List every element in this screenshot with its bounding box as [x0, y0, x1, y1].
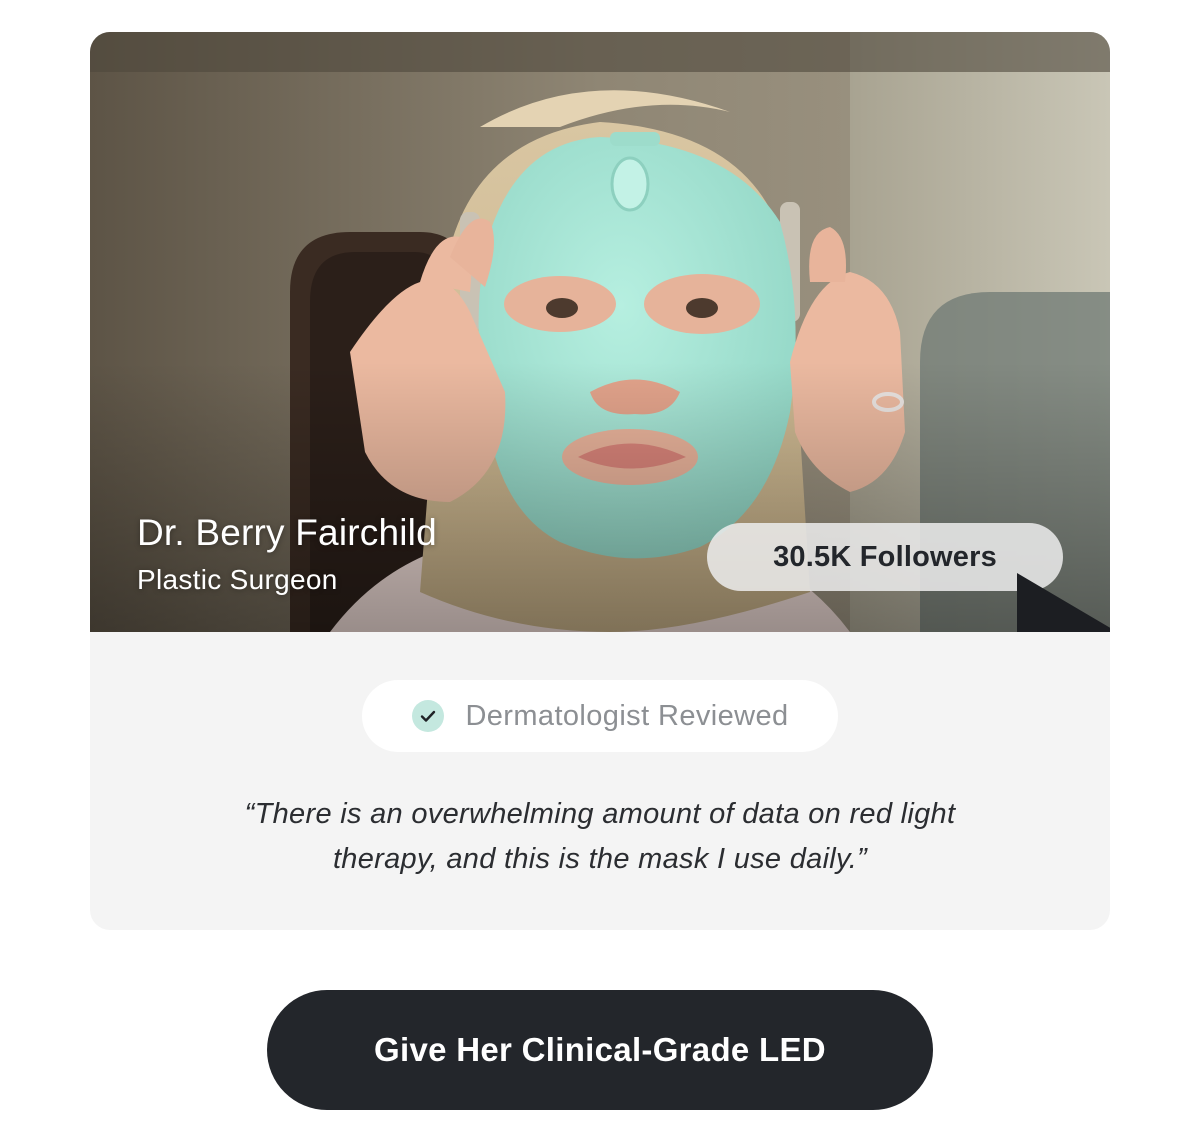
- badge-label: Dermatologist Reviewed: [465, 699, 789, 732]
- person-name: Dr. Berry Fairchild: [137, 512, 437, 553]
- testimonial-photo: Dr. Berry Fairchild Plastic Surgeon 30.5…: [90, 32, 1110, 632]
- cta-button[interactable]: Give Her Clinical-Grade LED: [267, 990, 933, 1110]
- quote-line: therapy, and this is the mask I use dail…: [332, 843, 868, 875]
- check-circle-icon: [412, 700, 445, 732]
- testimonial-quote: “There is an overwhelming amount of data…: [150, 792, 1050, 882]
- reviewed-badge: Dermatologist Reviewed: [362, 680, 838, 752]
- testimonial-card: Dr. Berry Fairchild Plastic Surgeon 30.5…: [90, 32, 1110, 930]
- play-icon: [1017, 573, 1110, 632]
- followers-button[interactable]: 30.5K Followers: [707, 523, 1110, 632]
- person-title: Plastic Surgeon: [137, 564, 338, 595]
- quote-line: “There is an overwhelming amount of data…: [244, 798, 956, 830]
